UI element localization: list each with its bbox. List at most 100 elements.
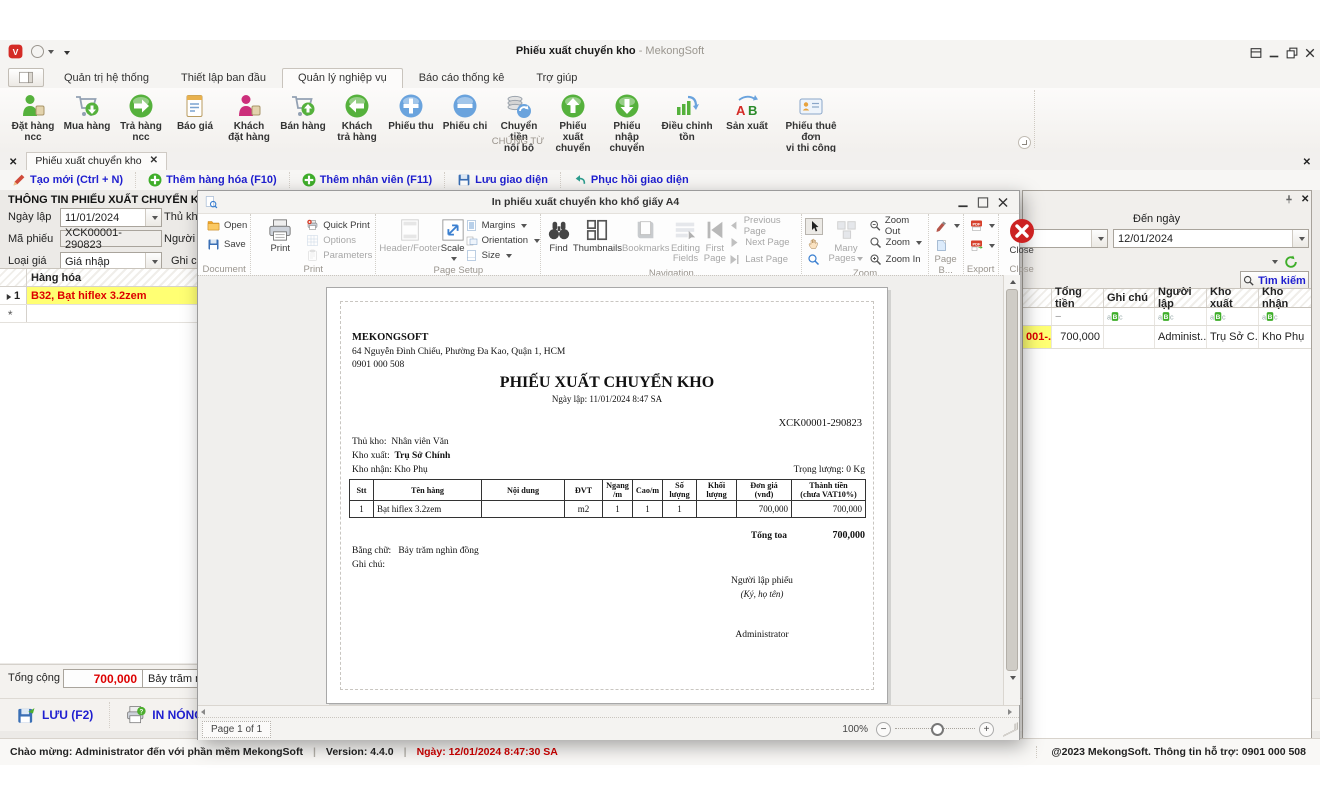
sum-filter-icon[interactable]: − [1052, 308, 1104, 325]
preview-vertical-scrollbar[interactable] [1003, 275, 1020, 705]
chevron-down-icon[interactable] [1292, 230, 1308, 247]
editing-fields-button[interactable]: Editing Fields [669, 216, 701, 264]
chevron-down-icon[interactable] [1091, 230, 1107, 247]
kho-nhan-cell[interactable]: Kho Phụ [1259, 326, 1311, 348]
zoom-slider-thumb[interactable] [931, 723, 944, 736]
close-icon[interactable] [1302, 46, 1318, 60]
zoom-slider[interactable] [895, 728, 975, 730]
minimize-icon[interactable] [1266, 46, 1282, 60]
group-launcher-icon[interactable] [1018, 136, 1031, 149]
kho-nhan-column-header[interactable]: Kho nhận [1259, 289, 1311, 307]
resize-grip[interactable] [1003, 722, 1018, 737]
group-navigation: Find Thumbnails Bookmarks Editing Fields… [541, 214, 802, 276]
text-filter-icon[interactable]: aBc [1259, 308, 1311, 325]
ribbon-san-xuat-button[interactable]: ABSản xuất [720, 92, 774, 133]
header-footer-button[interactable]: Header/Footer [379, 216, 440, 254]
save-button[interactable]: LƯU (F2) [0, 702, 110, 728]
dialog-minimize-icon[interactable] [953, 195, 973, 210]
many-pages-button[interactable]: Many Pages [823, 216, 868, 264]
open-button[interactable]: Open [207, 218, 247, 233]
pointer-tool-button[interactable] [805, 218, 823, 235]
tabbar-close-right-icon[interactable]: ✕ [1294, 155, 1320, 170]
thumbnails-button[interactable]: Thumbnails [573, 216, 622, 254]
code-cell[interactable]: 001-... [1023, 326, 1052, 348]
tong-tien-cell[interactable]: 700,000 [1052, 326, 1104, 348]
print-button[interactable]: Print [254, 216, 306, 254]
add-item-button[interactable]: Thêm hàng hóa (F10) [136, 172, 290, 188]
text-filter-icon[interactable]: aBc [1155, 308, 1207, 325]
window-layout-icon[interactable] [1248, 46, 1264, 60]
ribbon-mua-hang-button[interactable]: Mua hàng [60, 92, 114, 133]
tab-bao-cao-thong-ke[interactable]: Báo cáo thống kê [403, 68, 521, 88]
tab-thiet-lap-ban-dau[interactable]: Thiết lập ban đầu [165, 68, 282, 88]
magnifier-tool-button[interactable] [805, 252, 821, 267]
kho-xuat-column-header[interactable]: Kho xuất [1207, 289, 1259, 307]
zoom-in-button[interactable]: Zoom In [869, 252, 925, 267]
ngay-lap-combo[interactable]: 11/01/2024 [60, 208, 162, 227]
tab-quan-ly-nghiep-vu[interactable]: Quản lý nghiệp vụ [282, 68, 403, 88]
save-button[interactable]: Save [207, 237, 247, 252]
ribbon-phieu-chi-button[interactable]: Phiếu chi [438, 92, 492, 133]
new-record-button[interactable]: Tạo mới (Ctrl + N) [0, 172, 136, 188]
ma-phieu-field[interactable]: XCK00001-290823 [60, 230, 162, 247]
result-row[interactable]: 001-... 700,000 Administ... Trụ Sở C... … [1023, 326, 1311, 349]
add-staff-button[interactable]: Thêm nhân viên (F11) [290, 172, 445, 188]
find-button[interactable]: Find [544, 216, 572, 254]
options-button[interactable]: Options [306, 233, 372, 248]
previous-page-button[interactable]: Previous Page [728, 218, 798, 233]
text-filter-icon[interactable]: aBc [1104, 308, 1155, 325]
ribbon-ban-hang-button[interactable]: Bán hàng [276, 92, 330, 133]
orientation-button[interactable]: Orientation [465, 233, 540, 248]
size-button[interactable]: Size [465, 248, 540, 263]
den-ngay-combo[interactable]: 12/01/2024 [1113, 229, 1309, 248]
bookmarks-button[interactable]: Bookmarks [622, 216, 670, 254]
send-pdf-button[interactable]: PDF [970, 238, 995, 253]
watermark-button[interactable] [935, 218, 960, 233]
document-tab[interactable]: Phiếu xuất chuyển kho✕ [26, 152, 167, 170]
export-pdf-button[interactable]: PDF [970, 218, 995, 233]
margins-button[interactable]: Margins [465, 218, 540, 233]
ribbon-phieu-thu-button[interactable]: Phiếu thu [384, 92, 438, 133]
dialog-maximize-icon[interactable] [973, 195, 993, 210]
nguoi-lap-cell[interactable]: Administ... [1155, 326, 1207, 348]
quick-print-button[interactable]: Quick Print [306, 218, 372, 233]
code-column-header[interactable] [1023, 289, 1052, 307]
preview-area[interactable]: MEKONGSOFT 64 Nguyễn Đình Chiểu, Phường … [198, 275, 1003, 706]
chevron-down-icon[interactable] [145, 209, 161, 226]
tab-quan-tri-he-thong[interactable]: Quản trị hệ thống [48, 68, 165, 88]
ghi-chu-cell[interactable] [1104, 326, 1155, 348]
restore-layout-button[interactable]: Phục hồi giao diện [561, 172, 701, 188]
panel-close-icon[interactable]: ✕ [1301, 194, 1309, 205]
restore-icon[interactable] [1284, 46, 1300, 60]
kho-xuat-cell[interactable]: Trụ Sở C... [1207, 326, 1259, 348]
zoom-in-slider-icon[interactable]: + [979, 722, 994, 737]
text-filter-icon[interactable]: aBc [1207, 308, 1259, 325]
tong-tien-column-header[interactable]: Tổng tiền [1052, 289, 1104, 307]
parameters-button[interactable]: Parameters [306, 248, 372, 263]
notes-line: Ghi chú: [352, 560, 385, 570]
zoom-menu-button[interactable]: Zoom [869, 235, 925, 250]
nguoi-lap-column-header[interactable]: Người lập [1155, 289, 1207, 307]
ghi-chu-column-header[interactable]: Ghi chú [1104, 289, 1155, 307]
tabbar-close-icon[interactable]: ✕ [0, 155, 26, 170]
scale-button[interactable]: Scale [441, 216, 465, 264]
zoom-out-button[interactable]: Zoom Out [869, 218, 925, 233]
page-color-button[interactable] [935, 238, 960, 253]
pin-icon[interactable] [1284, 194, 1294, 205]
ribbon-window-button[interactable] [8, 68, 44, 87]
next-page-button[interactable]: Next Page [728, 235, 798, 250]
dialog-title-bar[interactable]: In phiếu xuất chuyển kho khổ giấy A4 [198, 191, 1019, 213]
first-page-button[interactable]: First Page [702, 216, 729, 264]
dialog-close-icon[interactable] [993, 195, 1013, 210]
save-layout-button[interactable]: Lưu giao diện [445, 172, 561, 188]
chevron-down-icon[interactable] [1272, 260, 1278, 264]
last-page-button[interactable]: Last Page [728, 252, 798, 267]
tab-tro-giup[interactable]: Trợ giúp [520, 68, 593, 88]
zoom-out-slider-icon[interactable]: − [876, 722, 891, 737]
tab-close-icon[interactable]: ✕ [150, 156, 158, 166]
filter-row[interactable]: − aBc aBc aBc aBc [1023, 308, 1311, 326]
hand-tool-button[interactable] [805, 236, 821, 251]
refresh-icon[interactable] [1284, 255, 1298, 269]
ribbon-bao-gia-button[interactable]: Báo giá [168, 92, 222, 133]
close-preview-button[interactable]: Close [1002, 216, 1042, 256]
